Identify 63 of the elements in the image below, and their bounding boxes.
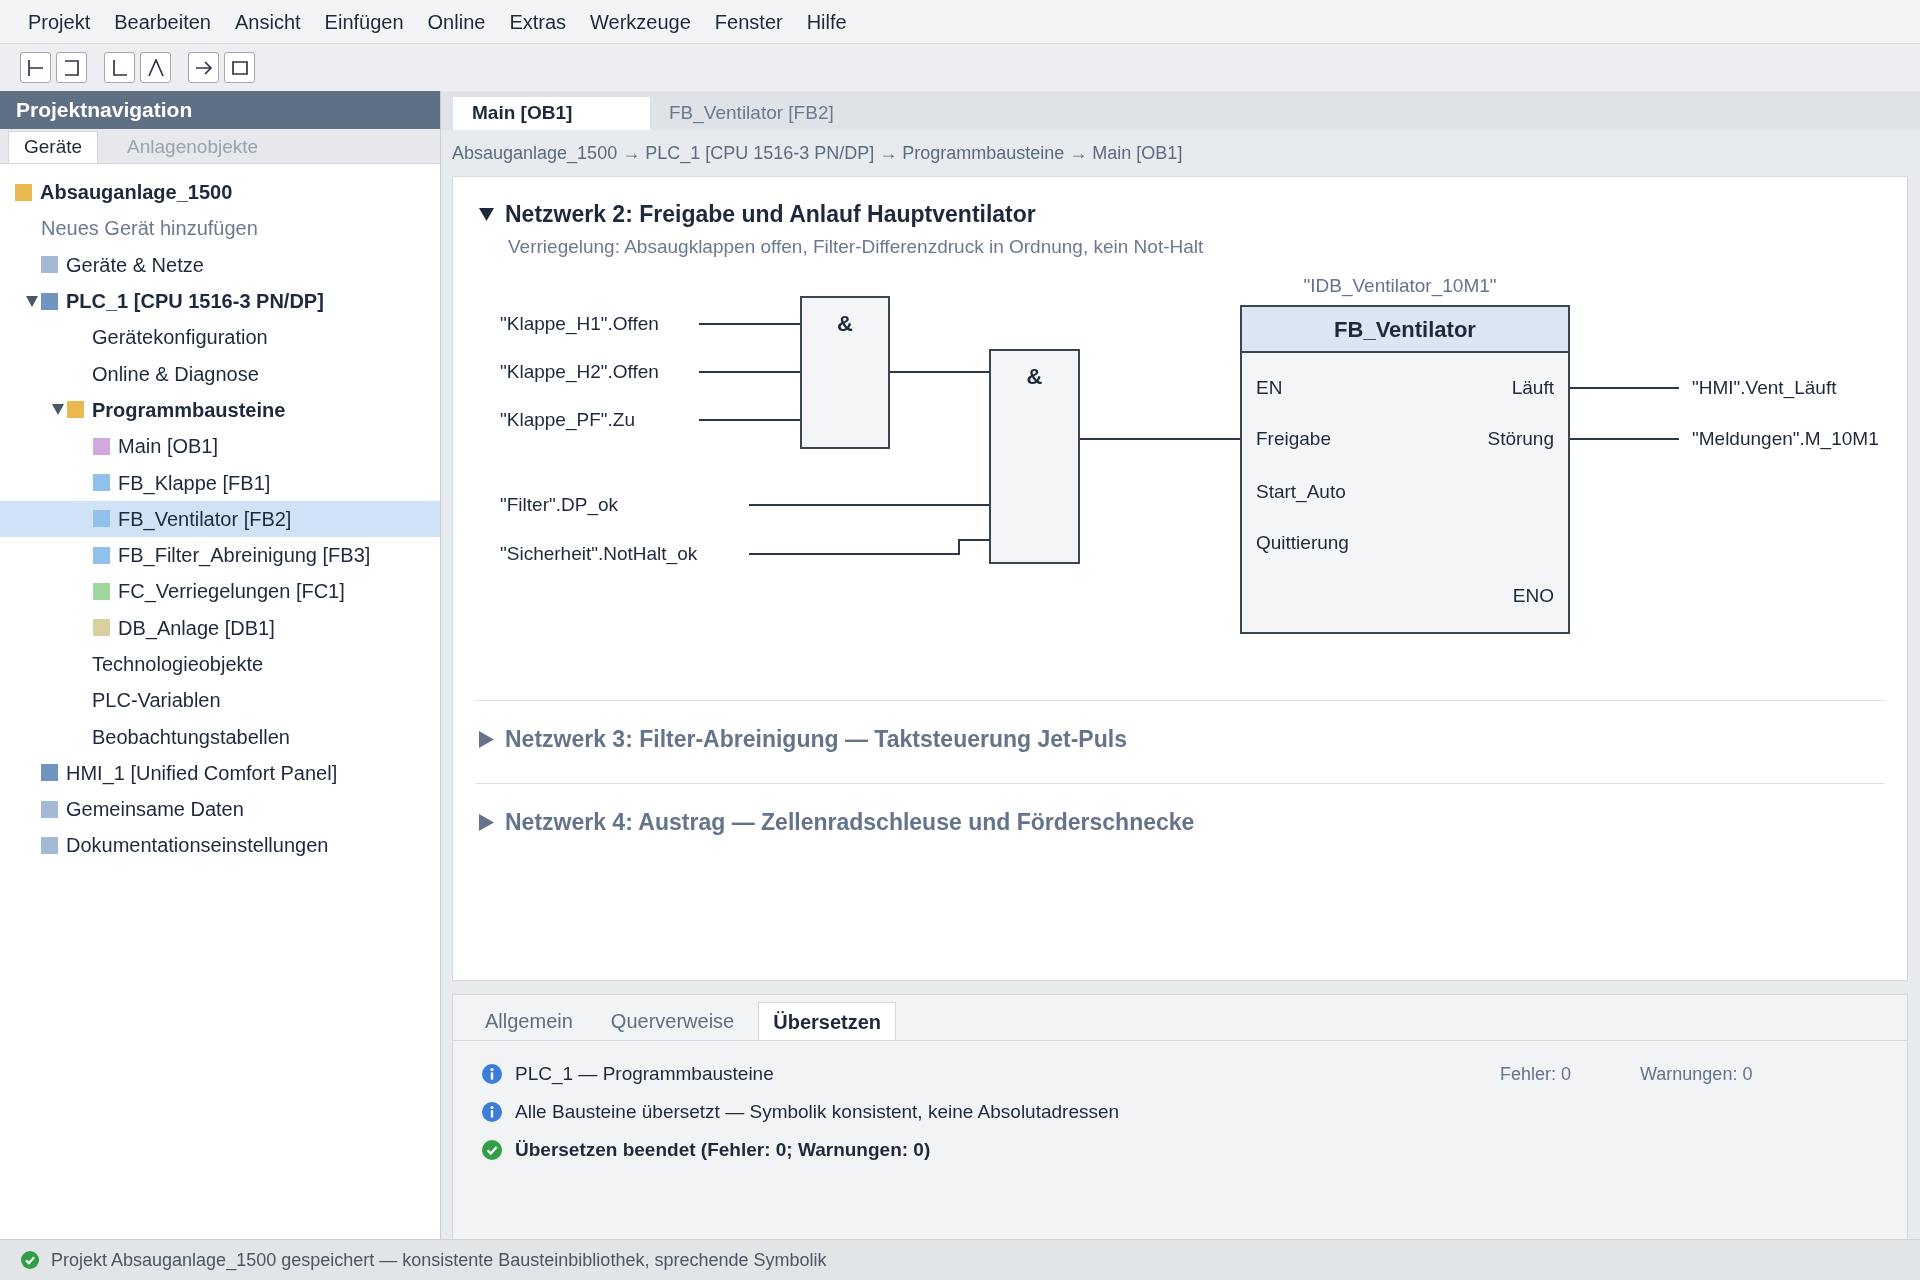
menu-item[interactable]: Werkzeuge [578,6,703,37]
pin-label: Quittierung [1256,531,1349,555]
corner-icon [110,58,129,77]
caret-down-icon[interactable] [52,404,64,416]
menu-item[interactable]: Bearbeiten [102,6,223,37]
menu-item[interactable]: Hilfe [794,6,859,37]
status-text: Projekt Absauganlage_1500 gespeichert — konsistente Bausteinbibliothek, sprechende Symbolik [51,1248,827,1273]
tab[interactable]: Übersetzen [758,1002,897,1040]
message-text: Übersetzen beendet (Fehler: 0; Warnungen: 0) [515,1137,932,1162]
pin-label: Freigabe [1256,427,1331,451]
warning-count: Warnungen: 0 [1640,1062,1753,1086]
menu-item[interactable]: Fenster [702,6,795,37]
tab[interactable]: Allgemein [471,1002,587,1040]
network-comment: Verriegelung: Absaugklappen offen, Filter-Differenzdruck in Ordnung, kein Not-Halt [508,235,1205,259]
instance-label: "IDB_Ventilator_10M1" [1303,274,1497,298]
gate-symbol: & [837,312,853,336]
operand-label: "Klappe_PF".Zu [500,408,635,432]
block-title: FB_Ventilator [1242,307,1568,353]
operand-label: "Klappe_H1".Offen [500,312,659,336]
tab[interactable]: Geräte [8,131,99,163]
pin-label: Läuft [1511,376,1554,400]
caret-down-icon[interactable] [26,295,38,307]
gate-symbol: & [1026,365,1043,389]
pin-label: ENO [1512,584,1554,608]
menu-item[interactable]: Projekt [16,6,103,37]
error-count: Fehler: 0 [1500,1062,1573,1086]
toolbar-button[interactable] [188,52,219,83]
check-circle-icon [482,1140,502,1160]
menu-item[interactable]: Online [415,6,498,37]
arrow-right-icon [194,58,213,77]
message-text: Alle Bausteine übersetzt — Symbolik konsistent, keine Absolutadressen [515,1099,1121,1124]
pin-label: EN [1256,376,1283,400]
network-header[interactable]: Netzwerk 3: Filter-Abreinigung — Taktsteuerung Jet-Puls [476,725,1127,753]
chevron-up-icon [146,58,165,77]
tee-icon [26,58,45,77]
menu-item[interactable]: Ansicht [223,6,313,37]
bracket-icon [62,58,81,77]
tab[interactable]: Querverweise [596,1002,749,1040]
toolbar-button[interactable] [224,52,255,83]
toolbar-button[interactable] [20,52,51,83]
toolbar-button[interactable] [104,52,135,83]
operand-label: "Klappe_H2".Offen [500,360,659,384]
operand-label: "Meldungen".M_10M1 [1692,427,1879,451]
operand-label: "Filter".DP_ok [500,493,619,517]
network-header[interactable]: Netzwerk 2: Freigabe und Anlauf Hauptventilator [476,200,1036,228]
info-icon [482,1064,502,1084]
pin-label: Start_Auto [1256,480,1346,504]
toolbar-button[interactable] [56,52,87,83]
check-circle-icon [21,1251,39,1269]
info-icon [482,1102,502,1122]
message-text: PLC_1 — Programmbausteine [515,1061,775,1087]
network-header[interactable]: Netzwerk 4: Austrag — Zellenradschleuse und Förderschnecke [476,808,1195,836]
operand-label: "Sicherheit".NotHalt_ok [500,542,698,566]
square-icon [230,58,249,77]
editor-tab[interactable]: Main [OB1] [453,97,650,130]
menu-item[interactable]: Extras [497,6,579,37]
menu-item[interactable]: Einfügen [312,6,416,37]
pin-label: Störung [1487,427,1554,451]
panel-title: Projektnavigation [0,91,440,129]
toolbar-button[interactable] [140,52,171,83]
breadcrumb: Absauganlage_1500 → PLC_1 [CPU 1516-3 PN/DP] → Programmbausteine → Main [OB1] [452,141,1183,166]
tree-item[interactable]: FB_Ventilator [FB2] [0,500,440,537]
operand-label: "HMI".Vent_Läuft [1692,376,1837,400]
